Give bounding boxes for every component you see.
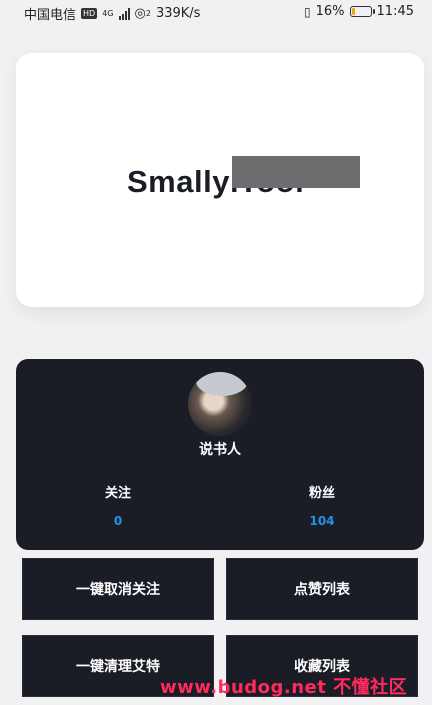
vibrate-icon: ▯ [304, 4, 311, 19]
carrier-name: 中国电信 [24, 8, 77, 23]
network-speed: 339K/s [155, 6, 201, 21]
wifi-icon: ◎ [134, 6, 146, 21]
followers-count[interactable]: 104 [282, 514, 362, 528]
title-overlay-block [232, 156, 360, 188]
wifi-sub: 2 [145, 9, 151, 18]
following-count[interactable]: 0 [78, 514, 158, 528]
avatar[interactable] [188, 372, 252, 436]
username: 说书人 [199, 442, 241, 458]
title-card: SmallyiTool [16, 53, 424, 307]
battery-percent: 16% [315, 4, 345, 19]
like-list-button[interactable]: 点赞列表 [226, 558, 418, 620]
profile-card: 说书人 关注 0 粉丝 104 [16, 359, 424, 550]
watermark: www.budog.net 不懂社区 [160, 677, 408, 698]
followers-label[interactable]: 粉丝 [282, 482, 362, 501]
hd-badge: HD [81, 8, 98, 19]
unfollow-all-button[interactable]: 一键取消关注 [22, 558, 214, 620]
network-type: 4G [102, 9, 114, 18]
battery-icon [349, 6, 375, 17]
following-label[interactable]: 关注 [78, 482, 158, 501]
clock: 11:45 [376, 4, 414, 19]
battery-fill [351, 8, 355, 15]
status-bar: 中国电信 HD 4G ◎ 2 339K/s ▯ 16% 11:45 [0, 0, 432, 26]
signal-icon [118, 7, 130, 20]
